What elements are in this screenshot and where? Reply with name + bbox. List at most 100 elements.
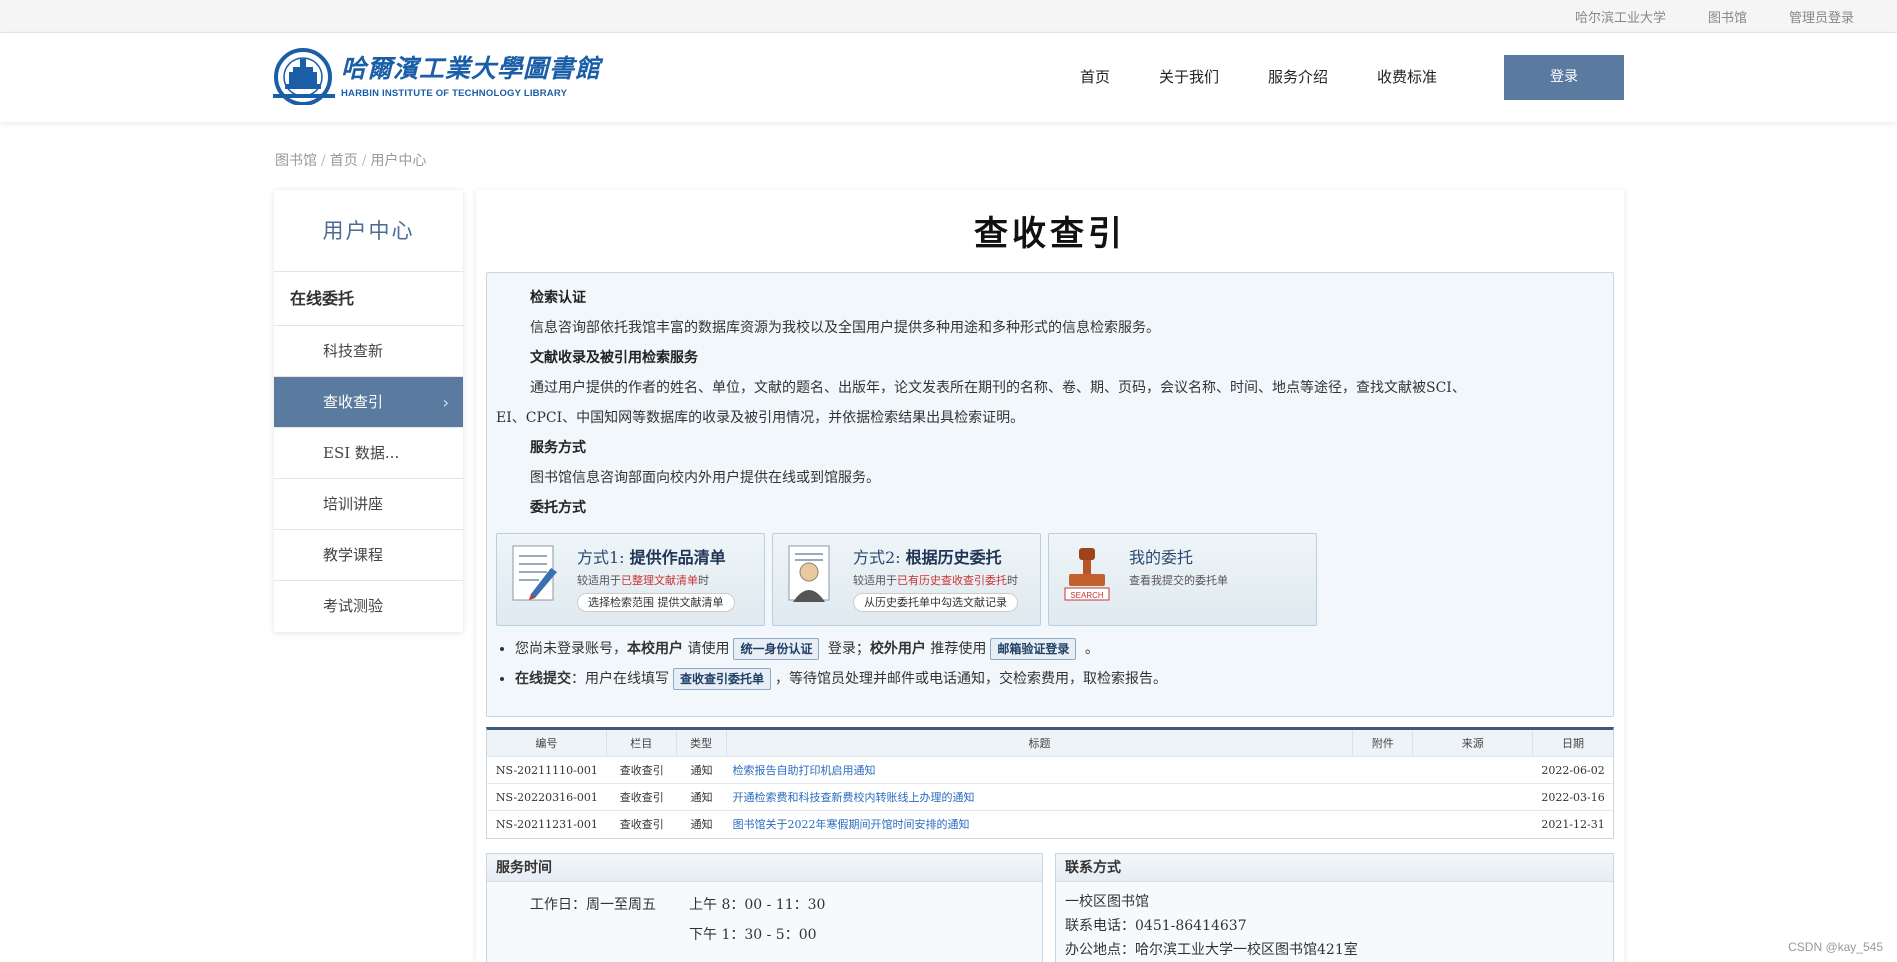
contact-address: 办公地点：哈尔滨工业大学一校区图书馆421室 (1065, 942, 1358, 958)
commission-card-list[interactable]: 方式1: 提供作品清单 较适用于已整理文献清单时 选择检索范围 提供文献清单 (496, 533, 765, 626)
sidebar-item-label: 科技查新 (323, 342, 384, 360)
contact-phone: 联系电话：0451-86414637 (1065, 918, 1247, 934)
cell-column: 查收查引 (619, 818, 664, 831)
topbar-link-hit[interactable]: 哈尔滨工业大学 (1575, 7, 1666, 26)
table-header-row: 编号 栏目 类型 标题 附件 来源 日期 (487, 730, 1613, 757)
breadcrumb-current: 用户中心 (370, 153, 427, 169)
sidebar-item-citation-search[interactable]: 查收查引 › (274, 377, 463, 428)
sidebar-item-label: 查收查引 (323, 393, 384, 411)
cell-title-link[interactable]: 检索报告自助打印机启用通知 (733, 764, 876, 777)
sidebar-item-training[interactable]: 培训讲座 (274, 479, 463, 530)
card1-sub-a: 较适用于 (577, 574, 621, 587)
sidebar-title: 用户中心 (274, 190, 463, 272)
commission-card-history[interactable]: 方式2: 根据历史委托 较适用于已有历史查收查引委托时 从历史委托单中勾选文献记… (772, 533, 1041, 626)
cell-source (1413, 811, 1533, 838)
page-title: 查收查引 (974, 214, 1126, 254)
card1-prefix: 方式1: (577, 548, 625, 567)
cell-type: 通知 (690, 818, 713, 831)
service-time-pm: 下午 1：30 - 5：00 (689, 927, 817, 943)
university-emblem-icon (273, 48, 335, 105)
bullet1-text-d: 登录； (823, 641, 870, 657)
email-login-button[interactable]: 邮箱验证登录 (990, 638, 1077, 660)
cell-id: NS-20211110-001 (495, 764, 598, 777)
card2-title: 根据历史委托 (905, 548, 1002, 567)
bullet1-internal-users: 本校用户 (627, 641, 683, 657)
sidebar: 用户中心 在线委托 科技查新 查收查引 › ESI 数据... 培训讲座 教学课程… (274, 190, 463, 632)
card2-prefix: 方式2: (853, 548, 901, 567)
section-heading-service-mode: 服务方式 (530, 440, 586, 456)
login-button[interactable]: 登录 (1504, 55, 1624, 100)
sidebar-item-novelty-search[interactable]: 科技查新 (274, 326, 463, 377)
table-row: NS-20211110-001 查收查引 通知 检索报告自助打印机启用通知 20… (487, 757, 1613, 784)
col-header-title: 标题 (727, 730, 1354, 756)
col-header-type: 类型 (677, 730, 727, 756)
cell-source (1413, 757, 1533, 783)
bullet1-text-a: 您尚未登录账号， (515, 641, 627, 657)
topbar-link-library[interactable]: 图书馆 (1708, 7, 1747, 26)
sso-login-button[interactable]: 统一身份认证 (733, 638, 820, 660)
nav-home[interactable]: 首页 (1080, 55, 1110, 100)
sidebar-item-courses[interactable]: 教学课程 (274, 530, 463, 581)
document-pen-icon (512, 545, 557, 601)
commission-form-link[interactable]: 查收查引委托单 (673, 668, 772, 690)
top-utility-bar: 哈尔滨工业大学 图书馆 管理员登录 (0, 0, 1897, 33)
chevron-right-icon: › (442, 393, 449, 412)
breadcrumb-library[interactable]: 图书馆 (275, 153, 317, 169)
bullet2-online-submit: 在线提交 (515, 671, 571, 687)
sidebar-group-online-commission: 在线委托 (274, 272, 463, 326)
svg-text:SEARCH: SEARCH (1070, 591, 1104, 600)
bullet1-text-g: 。 (1080, 641, 1099, 657)
logo-chinese-name: 哈爾濱工業大學圖書館 (341, 53, 602, 83)
breadcrumb-home[interactable]: 首页 (330, 153, 358, 169)
bullet2-text-c: ，等待馆员处理并邮件或电话通知，交检索费用，取检索报告。 (775, 671, 1168, 687)
service-info-box: 检索认证 信息咨询部依托我馆丰富的数据库资源为我校以及全国用户提供多种用途和多种… (486, 272, 1614, 717)
col-header-source: 来源 (1413, 730, 1534, 756)
card3-title: 我的委托 (1129, 548, 1194, 567)
bullet1-text-f: 推荐使用 (925, 641, 987, 657)
card1-title: 提供作品清单 (629, 548, 726, 567)
sidebar-item-label: 培训讲座 (323, 495, 384, 513)
nav-about[interactable]: 关于我们 (1159, 55, 1219, 100)
cell-title-link[interactable]: 开通检索费和科技查新费校内转账线上办理的通知 (733, 791, 975, 804)
site-logo[interactable]: 哈爾濱工業大學圖書館 HARBIN INSTITUTE OF TECHNOLOG… (273, 47, 601, 105)
cell-date: 2021-12-31 (1541, 818, 1605, 831)
section-text-auth: 信息咨询部依托我馆丰富的数据库资源为我校以及全国用户提供多种用途和多种形式的信息… (530, 320, 1160, 336)
sidebar-item-label: 教学课程 (323, 546, 384, 564)
main-nav: 首页 关于我们 服务介绍 收费标准 (1080, 55, 1486, 100)
card1-action-button[interactable]: 选择检索范围 提供文献清单 (577, 593, 735, 612)
col-header-column: 栏目 (607, 730, 677, 756)
card2-action-button[interactable]: 从历史委托单中勾选文献记录 (853, 593, 1018, 612)
section-heading-auth: 检索认证 (530, 290, 586, 306)
section-text-citation-a: 通过用户提供的作者的姓名、单位，文献的题名、出版年，论文发表所在期刊的名称、卷、… (530, 380, 1466, 396)
cell-title-link[interactable]: 图书馆关于2022年寒假期间开馆时间安排的通知 (733, 818, 970, 831)
csdn-watermark: CSDN @kay_545 (1788, 940, 1883, 954)
card2-sub-a: 较适用于 (853, 574, 897, 587)
user-document-icon (788, 545, 830, 602)
col-header-attachment: 附件 (1353, 730, 1414, 756)
nav-fees[interactable]: 收费标准 (1377, 55, 1437, 100)
col-header-date: 日期 (1562, 737, 1585, 750)
nav-services[interactable]: 服务介绍 (1268, 55, 1328, 100)
site-header: 哈爾濱工業大學圖書館 HARBIN INSTITUTE OF TECHNOLOG… (0, 33, 1897, 122)
col-header-id: 编号 (487, 730, 607, 756)
table-row: NS-20211231-001 查收查引 通知 图书馆关于2022年寒假期间开馆… (487, 811, 1613, 838)
instruction-login: 您尚未登录账号，本校用户 请使用统一身份认证 登录；校外用户 推荐使用邮箱验证登… (515, 637, 1167, 661)
topbar-link-admin-login[interactable]: 管理员登录 (1789, 7, 1854, 26)
commission-card-my-orders[interactable]: SEARCH 我的委托 查看我提交的委托单 (1048, 533, 1317, 626)
cell-type: 通知 (690, 764, 713, 777)
instruction-list: 您尚未登录账号，本校用户 请使用统一身份认证 登录；校外用户 推荐使用邮箱验证登… (515, 637, 1167, 697)
main-content: 查收查引 检索认证 信息咨询部依托我馆丰富的数据库资源为我校以及全国用户提供多种… (476, 190, 1624, 962)
bullet1-external-users: 校外用户 (869, 641, 926, 657)
sidebar-item-label: ESI 数据... (323, 444, 400, 462)
contact-title: 联系方式 (1056, 854, 1613, 882)
sidebar-item-exams[interactable]: 考试测验 (274, 581, 463, 632)
logo-english-name: HARBIN INSTITUTE OF TECHNOLOGY LIBRARY (341, 87, 568, 99)
table-row: NS-20220316-001 查收查引 通知 开通检索费和科技查新费校内转账线… (487, 784, 1613, 811)
cell-attachment (1353, 757, 1413, 783)
section-text-service-mode: 图书馆信息咨询部面向校内外用户提供在线或到馆服务。 (530, 470, 880, 486)
sidebar-item-label: 考试测验 (323, 597, 384, 615)
card2-sub-b: 时 (1007, 574, 1018, 587)
sidebar-item-esi-data[interactable]: ESI 数据... (274, 428, 463, 479)
cell-type: 通知 (690, 791, 713, 804)
notice-table: 编号 栏目 类型 标题 附件 来源 日期 NS-20211110-001 查收查… (486, 727, 1614, 839)
